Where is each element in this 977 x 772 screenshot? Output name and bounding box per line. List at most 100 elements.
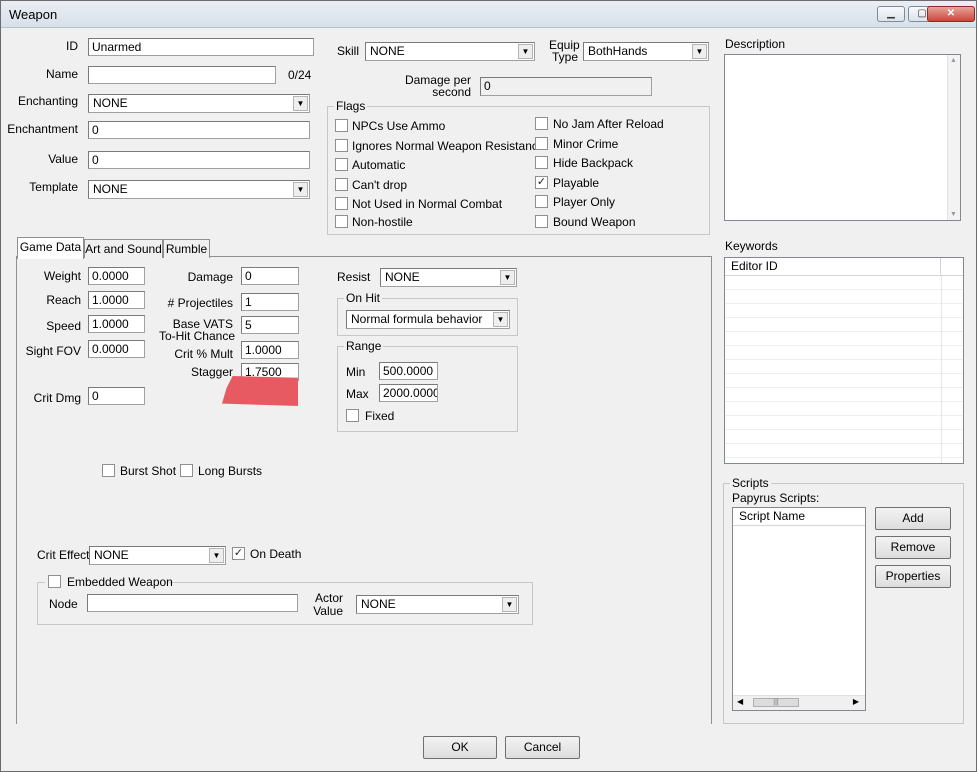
crit-effect-value: NONE — [94, 548, 129, 562]
minimize-icon[interactable]: ▁ — [877, 6, 905, 22]
script-name-column-header[interactable]: Script Name — [733, 508, 865, 526]
range-min-label: Min — [346, 365, 366, 379]
vats-label-2: To-Hit Chance — [158, 329, 235, 343]
flag-label: Player Only — [553, 195, 616, 209]
weapon-dialog: Weapon ▁ ▢ ✕ ID Unarmed Name 0/24 Enchan… — [0, 0, 977, 772]
id-field[interactable]: Unarmed — [88, 38, 314, 56]
redaction-mark — [222, 376, 298, 406]
flag-checkbox[interactable] — [535, 117, 548, 130]
long-bursts-checkbox[interactable] — [180, 464, 193, 477]
template-label: Template — [29, 180, 78, 194]
skill-dropdown[interactable]: NONE ▼ — [365, 42, 535, 61]
ok-button[interactable]: OK — [423, 736, 497, 759]
vats-field[interactable]: 5 — [241, 316, 299, 334]
flag-checkbox[interactable] — [535, 215, 548, 228]
node-label: Node — [49, 597, 78, 611]
scroll-thumb[interactable]: ||| — [753, 698, 799, 707]
resist-dropdown[interactable]: NONE ▼ — [380, 268, 517, 287]
remove-script-button[interactable]: Remove — [875, 536, 951, 559]
burst-shot-checkbox[interactable] — [102, 464, 115, 477]
title-bar: Weapon ▁ ▢ ✕ — [1, 1, 976, 28]
enchanting-dropdown[interactable]: NONE ▼ — [88, 94, 310, 113]
crit-mult-label: Crit % Mult — [174, 347, 233, 361]
crit-effect-dropdown[interactable]: NONE ▼ — [89, 546, 226, 565]
name-field[interactable] — [88, 66, 276, 84]
flag-checkbox[interactable] — [335, 197, 348, 210]
weight-field[interactable]: 0.0000 — [88, 267, 145, 285]
enchantment-field[interactable]: 0 — [88, 121, 310, 139]
damage-per-second-label-2: second — [432, 85, 471, 99]
flag-label: Automatic — [352, 158, 406, 172]
crit-mult-field[interactable]: 1.0000 — [241, 341, 299, 359]
tab-art-and-sound[interactable]: Art and Sound — [84, 239, 163, 258]
description-textarea[interactable]: ▲ ▼ — [724, 54, 961, 221]
scripts-hscrollbar[interactable]: ◀ ||| ▶ — [733, 695, 865, 710]
flag-label: Playable — [553, 176, 600, 190]
keywords-column-header[interactable]: Editor ID — [725, 258, 941, 276]
equip-type-dropdown[interactable]: BothHands ▼ — [583, 42, 709, 61]
flag-checkbox[interactable] — [535, 156, 548, 169]
on-hit-value: Normal formula behavior — [351, 312, 483, 326]
fixed-checkbox[interactable] — [346, 409, 359, 422]
range-min-field[interactable]: 500.0000 — [379, 362, 438, 380]
cancel-button[interactable]: Cancel — [505, 736, 580, 759]
reach-field[interactable]: 1.0000 — [88, 291, 145, 309]
fixed-label: Fixed — [365, 409, 395, 423]
scroll-left-icon[interactable]: ◀ — [737, 697, 743, 706]
tab-rumble[interactable]: Rumble — [163, 239, 210, 258]
sight-fov-field[interactable]: 0.0000 — [88, 340, 145, 358]
actor-value-dropdown[interactable]: NONE ▼ — [356, 595, 519, 614]
flag-label: Ignores Normal Weapon Resistance — [352, 139, 545, 153]
scripts-list[interactable]: Script Name ◀ ||| ▶ — [732, 507, 866, 711]
flag-checkbox[interactable] — [335, 119, 348, 132]
window-title: Weapon — [9, 7, 58, 22]
crit-effect-label: Crit Effect — [37, 548, 90, 562]
damage-field[interactable]: 0 — [241, 267, 299, 285]
keywords-list[interactable]: Editor ID — [724, 257, 964, 464]
name-char-count: 0/24 — [288, 68, 312, 82]
flags-title: Flags — [334, 99, 368, 113]
chevron-down-icon: ▼ — [500, 270, 515, 285]
scroll-up-icon[interactable]: ▲ — [950, 57, 957, 64]
chevron-down-icon: ▼ — [692, 44, 707, 59]
value-label: Value — [48, 152, 78, 166]
projectiles-field[interactable]: 1 — [241, 293, 299, 311]
flag-checkbox[interactable] — [335, 215, 348, 228]
reach-label: Reach — [46, 293, 81, 307]
speed-field[interactable]: 1.0000 — [88, 315, 145, 333]
keywords-column-spacer — [941, 258, 963, 276]
value-field[interactable]: 0 — [88, 151, 310, 169]
projectiles-label: # Projectiles — [167, 296, 233, 310]
column-divider — [941, 276, 942, 463]
description-scrollbar[interactable]: ▲ ▼ — [947, 55, 960, 220]
actor-value-label-2: Value — [313, 604, 343, 618]
equip-type-label-2: Type — [552, 50, 579, 64]
flag-checkbox[interactable] — [335, 178, 348, 191]
flag-checkbox[interactable] — [535, 195, 548, 208]
flag-checkbox[interactable] — [535, 137, 548, 150]
range-max-label: Max — [346, 387, 369, 401]
scroll-down-icon[interactable]: ▼ — [950, 211, 957, 218]
flag-checkbox[interactable] — [335, 158, 348, 171]
range-max-field[interactable]: 2000.0000 — [379, 384, 438, 402]
equip-type-value: BothHands — [588, 44, 648, 58]
keywords-rows — [725, 276, 963, 463]
tab-game-data[interactable]: Game Data — [17, 237, 84, 259]
close-icon[interactable]: ✕ — [927, 6, 975, 22]
node-field[interactable] — [87, 594, 298, 612]
long-bursts-label: Long Bursts — [198, 464, 263, 478]
chevron-down-icon: ▼ — [493, 312, 508, 327]
crit-dmg-field[interactable]: 0 — [88, 387, 145, 405]
actor-value-label-1: Actor — [314, 591, 343, 605]
actor-value-value: NONE — [361, 597, 396, 611]
template-dropdown[interactable]: NONE ▼ — [88, 180, 310, 199]
on-death-checkbox[interactable]: ✓ — [232, 547, 245, 560]
on-hit-dropdown[interactable]: Normal formula behavior ▼ — [346, 310, 510, 329]
scroll-right-icon[interactable]: ▶ — [853, 697, 859, 706]
flag-label: Not Used in Normal Combat — [352, 197, 503, 211]
flag-checkbox[interactable]: ✓ — [535, 176, 548, 189]
add-script-button[interactable]: Add — [875, 507, 951, 530]
embedded-weapon-checkbox[interactable] — [48, 575, 61, 588]
script-properties-button[interactable]: Properties — [875, 565, 951, 588]
flag-checkbox[interactable] — [335, 139, 348, 152]
